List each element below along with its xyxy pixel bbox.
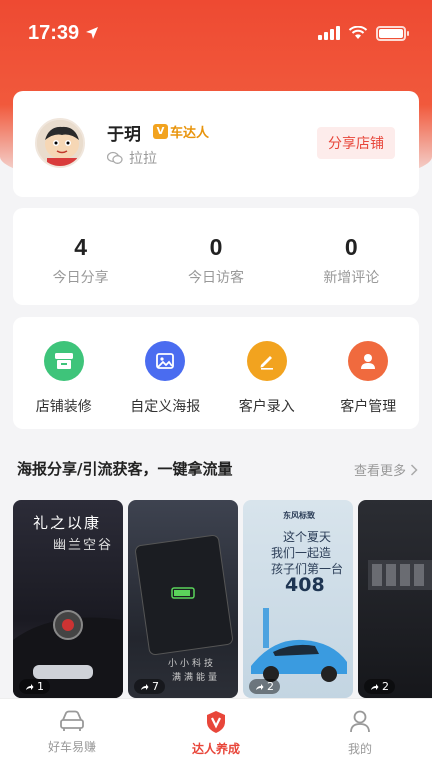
poster-headline: 这个夏天 — [283, 530, 332, 544]
tab-good-car[interactable]: 好车易赚 — [0, 699, 144, 768]
car-interior-graphic — [13, 610, 123, 698]
share-arrow-icon — [371, 683, 379, 690]
see-more-link[interactable]: 查看更多 — [354, 460, 418, 479]
stats-card: 4 今日分享 0 今日访客 0 新增评论 — [13, 208, 419, 305]
poster-card[interactable]: 小小科技 满满能量 7 — [128, 500, 238, 698]
poster-brand: 东风标致 — [283, 511, 315, 520]
wechat-row: 拉拉 — [107, 148, 157, 168]
share-count-badge: 2 — [364, 679, 395, 694]
poster-subline: 满满能量 — [172, 673, 221, 683]
signal-icon — [318, 26, 340, 40]
v-shield-icon — [207, 711, 225, 733]
avatar[interactable] — [35, 118, 85, 168]
location-arrow-icon — [86, 27, 99, 39]
car-icon — [60, 710, 84, 731]
pencil-icon — [246, 341, 287, 381]
stat-label: 今日分享 — [52, 270, 109, 286]
wechat-label: 拉拉 — [129, 151, 157, 167]
poster-headline: 礼之以康 — [33, 514, 102, 532]
person-icon — [348, 341, 389, 381]
tool-customer-entry[interactable]: 客户录入 — [216, 317, 318, 429]
status-time: 17:39 — [28, 22, 99, 45]
share-arrow-icon — [141, 683, 149, 690]
tab-talent[interactable]: 达人养成 — [144, 699, 288, 768]
poster-carousel[interactable]: 礼之以康 幽兰空谷 1 小小科技 满满能量 7 东风标致 这个夏天 我们一起造 … — [13, 500, 432, 698]
share-count: 2 — [267, 680, 274, 693]
share-count: 1 — [37, 680, 44, 693]
tab-label: 我的 — [347, 742, 372, 756]
stat-visitors[interactable]: 0 今日访客 — [148, 208, 283, 305]
tool-label: 自定义海报 — [130, 399, 201, 415]
badge-label: 车达人 — [170, 126, 210, 141]
share-count-badge: 2 — [249, 679, 280, 694]
share-count: 7 — [152, 680, 159, 693]
share-count-badge: 7 — [134, 679, 165, 694]
share-count-badge: 1 — [19, 679, 50, 694]
tools-card: 店铺装修 自定义海报 客户录入 客户管理 — [13, 317, 419, 429]
poster-headline: 小小科技 — [168, 659, 217, 669]
status-badge: V 车达人 — [153, 122, 209, 141]
poster-card[interactable]: 礼之以康 幽兰空谷 1 — [13, 500, 123, 698]
store-icon — [43, 341, 84, 381]
section-title: 海报分享/引流获客，一键拿流量 — [17, 460, 233, 478]
poster-subline: 幽兰空谷 — [53, 538, 114, 553]
time-text: 17:39 — [28, 21, 80, 44]
tool-customer-management[interactable]: 客户管理 — [318, 317, 420, 429]
poster-subline: 我们一起造 — [271, 546, 332, 560]
stat-shares[interactable]: 4 今日分享 — [13, 208, 148, 305]
tool-label: 客户管理 — [340, 399, 397, 415]
stat-value: 4 — [74, 234, 88, 260]
user-name: 于玥 — [107, 125, 141, 145]
tab-label: 达人养成 — [191, 742, 240, 756]
stat-comments[interactable]: 0 新增评论 — [284, 208, 419, 305]
bottom-tab-bar: 好车易赚 达人养成 我的 — [0, 698, 432, 768]
stat-value: 0 — [344, 234, 358, 260]
share-arrow-icon — [256, 683, 264, 690]
share-store-button[interactable]: 分享店铺 — [317, 127, 395, 159]
stat-value: 0 — [209, 234, 223, 260]
tool-label: 店铺装修 — [35, 399, 92, 415]
status-bar: 17:39 — [0, 0, 432, 66]
stat-label: 今日访客 — [187, 270, 244, 286]
share-count: 2 — [382, 680, 389, 693]
wifi-icon — [348, 26, 368, 39]
tool-store-decoration[interactable]: 店铺装修 — [13, 317, 115, 429]
car-detail-graphic — [368, 560, 432, 590]
wechat-icon — [107, 151, 123, 164]
chevron-right-icon — [410, 463, 418, 476]
share-arrow-icon — [26, 683, 34, 690]
profile-card: 于玥 V 车达人 拉拉 分享店铺 — [13, 91, 419, 197]
tab-label: 好车易赚 — [47, 740, 96, 754]
see-more-label: 查看更多 — [353, 464, 406, 479]
v-badge-icon: V — [153, 124, 168, 139]
tab-mine[interactable]: 我的 — [288, 699, 432, 768]
tool-label: 客户录入 — [238, 399, 295, 415]
poster-card[interactable]: 东风标致 这个夏天 我们一起造 孩子们第一台 408 2 — [243, 500, 353, 698]
user-icon — [350, 710, 370, 733]
poster-card[interactable]: 2 — [358, 500, 432, 698]
stat-label: 新增评论 — [323, 270, 380, 286]
poster-model: 408 — [285, 574, 325, 596]
battery-icon — [376, 25, 409, 41]
tool-custom-poster[interactable]: 自定义海报 — [115, 317, 217, 429]
image-icon — [145, 341, 186, 381]
